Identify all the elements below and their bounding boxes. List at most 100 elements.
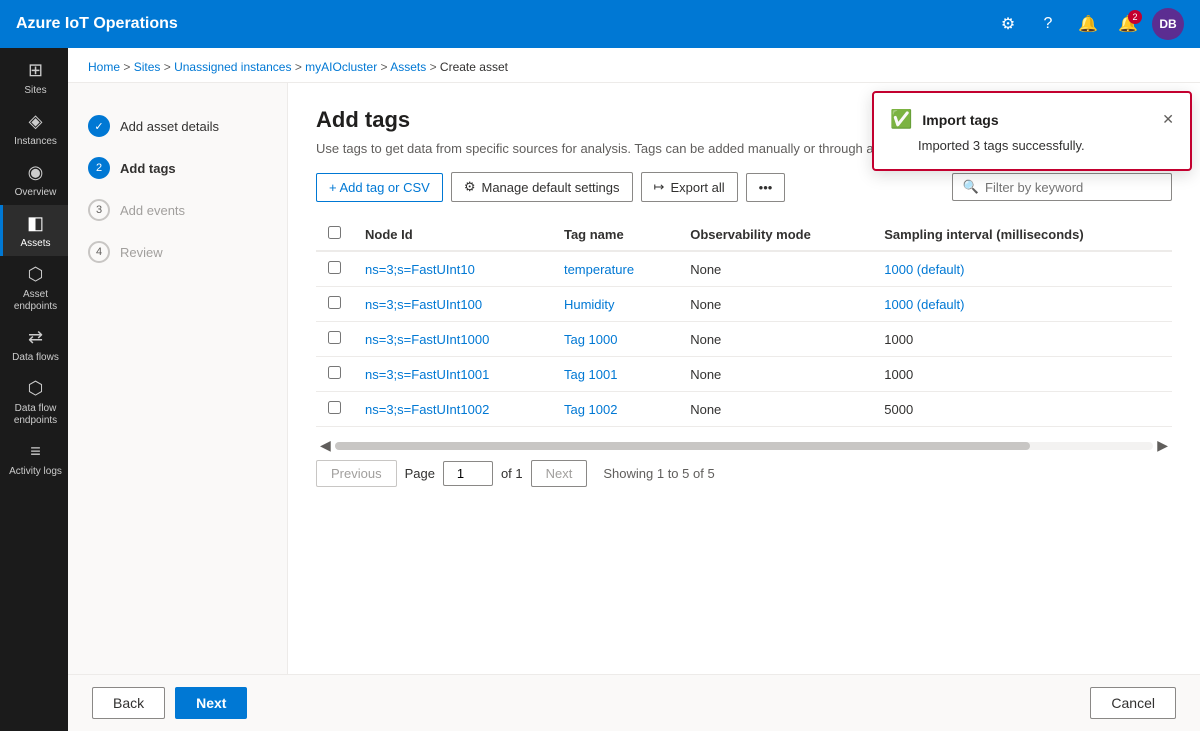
sidebar-item-data-flows[interactable]: ⇄ Data flows xyxy=(0,319,68,370)
scroll-right-arrow[interactable]: ▶ xyxy=(1153,435,1172,456)
sidebar-label-data-flow-endpoints: Data flow endpoints xyxy=(7,403,64,427)
toast-notification: ✅ Import tags ✕ Imported 3 tags successf… xyxy=(872,91,1192,171)
page-number-input[interactable] xyxy=(443,461,493,486)
activity-logs-icon: ≡ xyxy=(30,441,41,462)
row-sampling: 1000 xyxy=(872,357,1172,392)
row-node-id: ns=3;s=FastUInt100 xyxy=(353,287,552,322)
table-body: ns=3;s=FastUInt10 temperature None 1000 … xyxy=(316,251,1172,427)
row-checkbox-0[interactable] xyxy=(328,261,341,274)
assets-icon: ◧ xyxy=(27,213,44,234)
export-all-button[interactable]: ↦ Export all xyxy=(641,172,738,202)
sidebar-label-assets: Assets xyxy=(20,238,50,250)
breadcrumb-cluster[interactable]: myAIOcluster xyxy=(305,60,377,74)
node-id-link-2[interactable]: ns=3;s=FastUInt1000 xyxy=(365,332,489,347)
sidebar-item-data-flow-endpoints[interactable]: ⬡ Data flow endpoints xyxy=(0,370,68,433)
sidebar-item-instances[interactable]: ◈ Instances xyxy=(0,103,68,154)
node-id-link-1[interactable]: ns=3;s=FastUInt100 xyxy=(365,297,482,312)
sidebar-item-asset-endpoints[interactable]: ⬡ Asset endpoints xyxy=(0,256,68,319)
sidebar-item-overview[interactable]: ◉ Overview xyxy=(0,154,68,205)
row-checkbox-3[interactable] xyxy=(328,366,341,379)
row-node-id: ns=3;s=FastUInt1002 xyxy=(353,392,552,427)
sidebar-label-sites: Sites xyxy=(24,85,46,97)
sidebar-label-asset-endpoints: Asset endpoints xyxy=(7,289,64,313)
next-button[interactable]: Next xyxy=(175,687,247,719)
avatar[interactable]: DB xyxy=(1152,8,1184,40)
toast-close-button[interactable]: ✕ xyxy=(1162,111,1174,128)
help-icon[interactable]: ? xyxy=(1032,8,1064,40)
step-circle-2: 2 xyxy=(88,157,110,179)
row-checkbox-1[interactable] xyxy=(328,296,341,309)
previous-button[interactable]: Previous xyxy=(316,460,397,487)
node-id-link-0[interactable]: ns=3;s=FastUInt10 xyxy=(365,262,475,277)
table-row: ns=3;s=FastUInt1002 Tag 1002 None 5000 xyxy=(316,392,1172,427)
sidebar-item-sites[interactable]: ⊞ Sites xyxy=(0,52,68,103)
scroll-left-arrow[interactable]: ◀ xyxy=(316,435,335,456)
select-all-checkbox[interactable] xyxy=(328,226,341,239)
toolbar: + Add tag or CSV ⚙ Manage default settin… xyxy=(316,172,1172,202)
row-checkbox-4[interactable] xyxy=(328,401,341,414)
row-checkbox-cell xyxy=(316,357,353,392)
step-label-4: Review xyxy=(120,245,163,260)
row-obs-mode: None xyxy=(678,392,872,427)
overview-icon: ◉ xyxy=(28,162,44,183)
breadcrumb-current: Create asset xyxy=(440,60,508,74)
step-label-3: Add events xyxy=(120,203,185,218)
sidebar-item-assets[interactable]: ◧ Assets xyxy=(0,205,68,256)
breadcrumb-unassigned[interactable]: Unassigned instances xyxy=(174,60,291,74)
breadcrumb-home[interactable]: Home xyxy=(88,60,120,74)
row-tag-name: temperature xyxy=(552,251,678,287)
app-title: Azure IoT Operations xyxy=(16,15,992,33)
instances-icon: ◈ xyxy=(29,111,43,132)
alerts-icon[interactable]: 🔔 2 xyxy=(1112,8,1144,40)
tags-table: Node Id Tag name Observability mode Samp… xyxy=(316,218,1172,427)
filter-input-wrap: 🔍 xyxy=(952,173,1172,201)
step-label-1: Add asset details xyxy=(120,119,219,134)
header-node-id: Node Id xyxy=(353,218,552,251)
cancel-button[interactable]: Cancel xyxy=(1090,687,1176,719)
wizard-steps: ✓ Add asset details 2 Add tags 3 Add eve… xyxy=(68,83,288,674)
filter-input[interactable] xyxy=(985,180,1161,195)
asset-endpoints-icon: ⬡ xyxy=(28,264,44,285)
wizard-step-2: 2 Add tags xyxy=(84,149,271,187)
row-checkbox-2[interactable] xyxy=(328,331,341,344)
page-input-wrap xyxy=(443,461,493,486)
sidebar-label-overview: Overview xyxy=(15,187,57,199)
row-node-id: ns=3;s=FastUInt1001 xyxy=(353,357,552,392)
data-flows-icon: ⇄ xyxy=(28,327,43,348)
step-circle-4: 4 xyxy=(88,241,110,263)
manage-settings-label: Manage default settings xyxy=(481,180,619,195)
main-area: Home > Sites > Unassigned instances > my… xyxy=(68,48,1200,731)
node-id-link-3[interactable]: ns=3;s=FastUInt1001 xyxy=(365,367,489,382)
table-row: ns=3;s=FastUInt1001 Tag 1001 None 1000 xyxy=(316,357,1172,392)
sidebar-label-activity-logs: Activity logs xyxy=(9,466,62,478)
manage-settings-button[interactable]: ⚙ Manage default settings xyxy=(451,172,633,202)
pagination: Previous Page of 1 Next Showing 1 to 5 o… xyxy=(316,460,1172,487)
row-sampling: 1000 (default) xyxy=(872,287,1172,322)
node-id-link-4[interactable]: ns=3;s=FastUInt1002 xyxy=(365,402,489,417)
horizontal-scrollbar[interactable]: ◀ ▶ xyxy=(316,435,1172,456)
step-circle-3: 3 xyxy=(88,199,110,221)
notifications-icon[interactable]: 🔔 xyxy=(1072,8,1104,40)
row-obs-mode: None xyxy=(678,287,872,322)
row-sampling: 5000 xyxy=(872,392,1172,427)
row-obs-mode: None xyxy=(678,357,872,392)
step-label-2: Add tags xyxy=(120,161,176,176)
row-tag-name: Tag 1000 xyxy=(552,322,678,357)
topbar-icons: ⚙ ? 🔔 🔔 2 DB xyxy=(992,8,1184,40)
settings-icon[interactable]: ⚙ xyxy=(992,8,1024,40)
breadcrumb-sites[interactable]: Sites xyxy=(134,60,161,74)
breadcrumb: Home > Sites > Unassigned instances > my… xyxy=(68,48,1200,83)
bottom-bar: Back Next Cancel xyxy=(68,674,1200,731)
scroll-thumb[interactable] xyxy=(335,442,1031,450)
sidebar-item-activity-logs[interactable]: ≡ Activity logs xyxy=(0,433,68,484)
breadcrumb-assets[interactable]: Assets xyxy=(390,60,426,74)
more-options-button[interactable]: ••• xyxy=(746,173,786,202)
add-tag-csv-button[interactable]: + Add tag or CSV xyxy=(316,173,443,202)
next-page-button[interactable]: Next xyxy=(531,460,588,487)
wizard-step-4: 4 Review xyxy=(84,233,271,271)
table-row: ns=3;s=FastUInt100 Humidity None 1000 (d… xyxy=(316,287,1172,322)
page-label: Page xyxy=(405,466,435,481)
back-button[interactable]: Back xyxy=(92,687,165,719)
row-sampling: 1000 xyxy=(872,322,1172,357)
row-tag-name: Tag 1002 xyxy=(552,392,678,427)
